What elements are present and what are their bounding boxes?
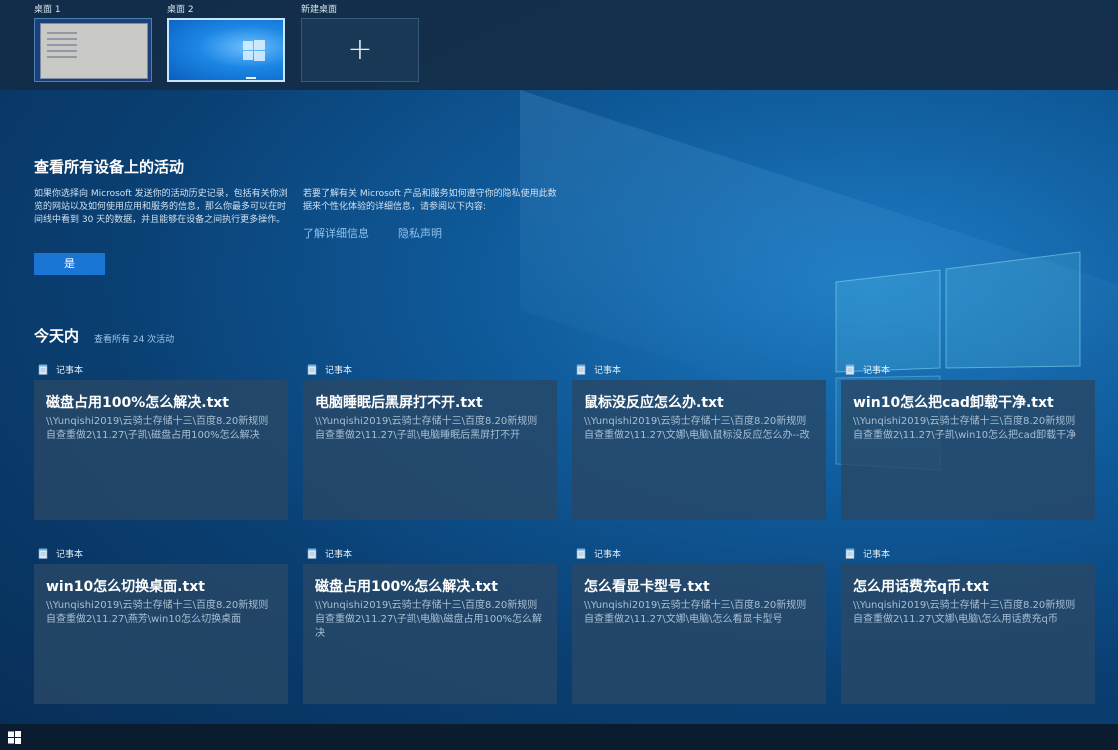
desktop-1-label: 桌面 1 xyxy=(34,5,61,15)
activity-card-item: 记事本磁盘占用100%怎么解决.txt \\Yunqishi2019\云骑士存储十… xyxy=(34,360,288,520)
taskbar xyxy=(0,724,1118,750)
virtual-desktops-bar: 桌面 1 桌面 2 新建桌面 + xyxy=(0,0,1118,90)
new-desktop-button[interactable]: + xyxy=(301,18,419,82)
desktop-1-thumbnail[interactable] xyxy=(34,18,152,82)
activity-card[interactable]: 怎么看显卡型号.txt \\Yunqishi2019\云骑士存储十三\百度8.20… xyxy=(572,564,826,704)
see-all-activities-link[interactable]: 查看所有 24 次活动 xyxy=(94,332,174,345)
notepad-icon xyxy=(845,364,855,375)
activity-card-item: 记事本 win10怎么把cad卸载干净.txt \\Yunqishi2019\云骑士… xyxy=(841,360,1095,520)
card-app-header: 记事本 xyxy=(34,360,288,378)
card-app-header: 记事本 xyxy=(303,360,557,378)
activity-card-item: 记事本磁盘占用100%怎么解决.txt \\Yunqishi2019\云骑士存储十… xyxy=(303,544,557,704)
card-app-header: 记事本 xyxy=(572,360,826,378)
yes-button[interactable]: 是 xyxy=(34,253,105,275)
card-file-path: \\Yunqishi2019\云骑士存储十三\百度8.20新规则自查重做2\11… xyxy=(853,416,1077,441)
card-file-path: \\Yunqishi2019\云骑士存储十三\百度8.20新规则自查重做2\11… xyxy=(315,600,543,639)
privacy-description: 若要了解有关 Microsoft 产品和服务如何遵守你的隐私使用此数据来个性化体… xyxy=(303,189,557,212)
activity-card-item: 记事本 win10怎么切换桌面.txt \\Yunqishi2019\云骑士存储十三… xyxy=(34,544,288,704)
notepad-icon xyxy=(307,364,317,375)
activity-card-item: 记事本怎么用话费充q币.txt \\Yunqishi2019\云骑士存储十三\百度… xyxy=(841,544,1095,704)
card-app-name: 记事本 xyxy=(863,549,891,560)
desktop-2-thumbnail[interactable] xyxy=(167,18,285,82)
desktop-1[interactable]: 桌面 1 xyxy=(34,4,152,82)
notepad-icon xyxy=(38,364,48,375)
card-app-name: 记事本 xyxy=(325,549,353,560)
card-app-name: 记事本 xyxy=(325,365,353,376)
card-app-name: 记事本 xyxy=(56,365,84,376)
start-button[interactable] xyxy=(8,731,21,744)
activity-card[interactable]: 磁盘占用100%怎么解决.txt \\Yunqishi2019\云骑士存储十三\百… xyxy=(303,564,557,704)
activity-card-item: 记事本怎么看显卡型号.txt \\Yunqishi2019\云骑士存储十三\百度8… xyxy=(572,544,826,704)
card-title: win10怎么把cad卸载干净.txt xyxy=(853,395,1054,411)
activity-card[interactable]: 磁盘占用100%怎么解决.txt \\Yunqishi2019\云骑士存储十三\百… xyxy=(34,380,288,520)
card-app-header: 记事本 xyxy=(841,544,1095,562)
card-app-name: 记事本 xyxy=(863,365,891,376)
card-file-path: \\Yunqishi2019\云骑士存储十三\百度8.20新规则自查重做2\11… xyxy=(315,416,538,441)
notepad-icon xyxy=(576,548,586,559)
card-app-name: 记事本 xyxy=(594,549,622,560)
notepad-icon xyxy=(845,548,855,559)
card-title: 磁盘占用100%怎么解决.txt xyxy=(46,395,229,411)
card-file-path: \\Yunqishi2019\云骑士存储十三\百度8.20新规则自查重做2\11… xyxy=(584,600,807,625)
card-title: 怎么看显卡型号.txt xyxy=(584,579,710,595)
new-desktop[interactable]: 新建桌面 + xyxy=(301,4,419,82)
card-app-header: 记事本 xyxy=(841,360,1095,378)
plus-icon: + xyxy=(347,32,373,67)
card-file-path: \\Yunqishi2019\云骑士存储十三\百度8.20新规则自查重做2\11… xyxy=(584,416,810,441)
timeline-heading: 今天内 xyxy=(34,327,80,345)
desktop-2[interactable]: 桌面 2 xyxy=(167,4,285,82)
activity-card[interactable]: 电脑睡眠后黑屏打不开.txt \\Yunqishi2019\云骑士存储十三\百度8… xyxy=(303,380,557,520)
card-file-path: \\Yunqishi2019\云骑士存储十三\百度8.20新规则自查重做2\11… xyxy=(46,416,269,441)
windows-logo-icon xyxy=(243,40,265,61)
card-app-header: 记事本 xyxy=(572,544,826,562)
desktop-2-label: 桌面 2 xyxy=(167,5,194,15)
card-title: win10怎么切换桌面.txt xyxy=(46,579,205,595)
card-title: 怎么用话费充q币.txt xyxy=(853,579,989,595)
notepad-icon xyxy=(307,548,317,559)
privacy-statement-link[interactable]: 隐私声明 xyxy=(398,225,442,241)
activity-card[interactable]: 怎么用话费充q币.txt \\Yunqishi2019\云骑士存储十三\百度8.2… xyxy=(841,564,1095,704)
card-file-path: \\Yunqishi2019\云骑士存储十三\百度8.20新规则自查重做2\11… xyxy=(853,600,1076,625)
activity-card-item: 记事本电脑睡眠后黑屏打不开.txt \\Yunqishi2019\云骑士存储十三\… xyxy=(303,360,557,520)
activity-prompt-title: 查看所有设备上的活动 xyxy=(34,158,185,176)
notepad-icon xyxy=(38,548,48,559)
card-title: 磁盘占用100%怎么解决.txt xyxy=(315,579,498,595)
card-app-name: 记事本 xyxy=(594,365,622,376)
card-title: 电脑睡眠后黑屏打不开.txt xyxy=(315,395,483,411)
notepad-icon xyxy=(576,364,586,375)
card-file-path: \\Yunqishi2019\云骑士存储十三\百度8.20新规则自查重做2\11… xyxy=(46,600,269,625)
card-title: 鼠标没反应怎么办.txt xyxy=(584,395,724,411)
card-app-name: 记事本 xyxy=(56,549,84,560)
activity-card-item: 记事本鼠标没反应怎么办.txt \\Yunqishi2019\云骑士存储十三\百度… xyxy=(572,360,826,520)
card-app-header: 记事本 xyxy=(34,544,288,562)
learn-more-link[interactable]: 了解详细信息 xyxy=(303,225,369,241)
activity-card[interactable]: 鼠标没反应怎么办.txt \\Yunqishi2019\云骑士存储十三\百度8.2… xyxy=(572,380,826,520)
activity-card[interactable]: win10怎么把cad卸载干净.txt \\Yunqishi2019\云骑士存储十… xyxy=(841,380,1095,520)
activity-card[interactable]: win10怎么切换桌面.txt \\Yunqishi2019\云骑士存储十三\百度… xyxy=(34,564,288,704)
card-app-header: 记事本 xyxy=(303,544,557,562)
new-desktop-label: 新建桌面 xyxy=(301,5,338,15)
activity-prompt-description: 如果你选择向 Microsoft 发送你的活动历史记录，包括有关你浏览的网站以及… xyxy=(34,189,288,225)
